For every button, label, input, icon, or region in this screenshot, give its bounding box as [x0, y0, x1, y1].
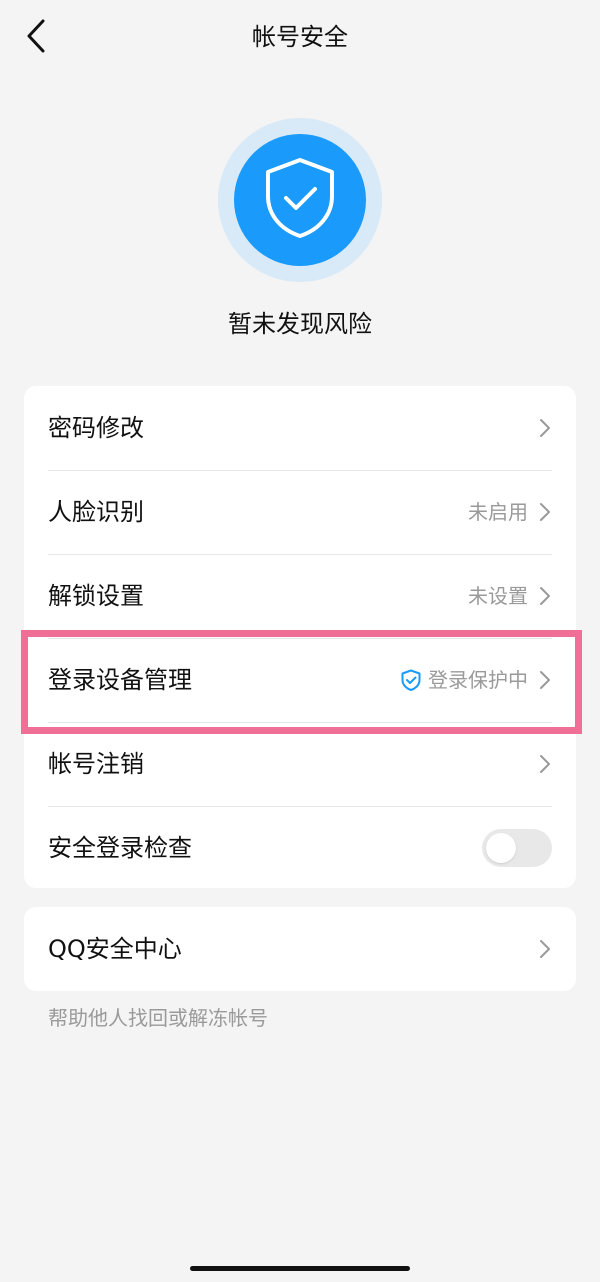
qq-security-center-card: QQ安全中心 [24, 907, 576, 991]
row-value: 未启用 [468, 500, 528, 524]
help-recover-account-link[interactable]: 帮助他人找回或解冻帐号 [48, 1003, 268, 1033]
safe-login-check-toggle[interactable] [482, 829, 552, 867]
security-status-badge [218, 118, 382, 282]
account-deletion-row[interactable]: 帐号注销 [24, 721, 576, 806]
qq-security-center-row[interactable]: QQ安全中心 [24, 907, 576, 991]
shield-check-icon [400, 669, 422, 691]
chevron-right-icon [538, 938, 552, 960]
row-label: 安全登录检查 [48, 834, 192, 862]
row-label: 密码修改 [48, 414, 144, 442]
chevron-right-icon [538, 753, 552, 775]
row-value-text: 登录保护中 [428, 668, 528, 692]
page-title: 帐号安全 [252, 23, 348, 51]
password-change-row[interactable]: 密码修改 [24, 386, 576, 470]
login-device-management-row[interactable]: 登录设备管理 登录保护中 [24, 637, 576, 722]
login-protection-status: 登录保护中 [400, 666, 528, 694]
security-status-text: 暂未发现风险 [228, 310, 372, 338]
home-indicator [190, 1266, 410, 1271]
account-security-page: 帐号安全 暂未发现风险 密码修改 人脸识别 未启用 解锁设置 未设置 登录设备管… [0, 0, 600, 1282]
security-settings-card: 密码修改 人脸识别 未启用 解锁设置 未设置 登录设备管理 登录保护中 帐号注销… [24, 386, 576, 888]
row-label: QQ安全中心 [48, 935, 182, 963]
chevron-right-icon [538, 417, 552, 439]
row-label: 解锁设置 [48, 582, 144, 610]
row-label: 登录设备管理 [48, 666, 192, 694]
unlock-settings-row[interactable]: 解锁设置 未设置 [24, 553, 576, 638]
chevron-right-icon [538, 585, 552, 607]
row-value: 未设置 [468, 584, 528, 608]
row-label: 帐号注销 [48, 750, 144, 778]
row-label: 人脸识别 [48, 498, 144, 526]
toggle-knob [486, 833, 516, 863]
chevron-right-icon [538, 669, 552, 691]
shield-check-icon [260, 156, 340, 244]
header: 帐号安全 [0, 0, 600, 76]
face-recognition-row[interactable]: 人脸识别 未启用 [24, 469, 576, 554]
safe-login-check-row: 安全登录检查 [24, 805, 576, 890]
chevron-right-icon [538, 501, 552, 523]
